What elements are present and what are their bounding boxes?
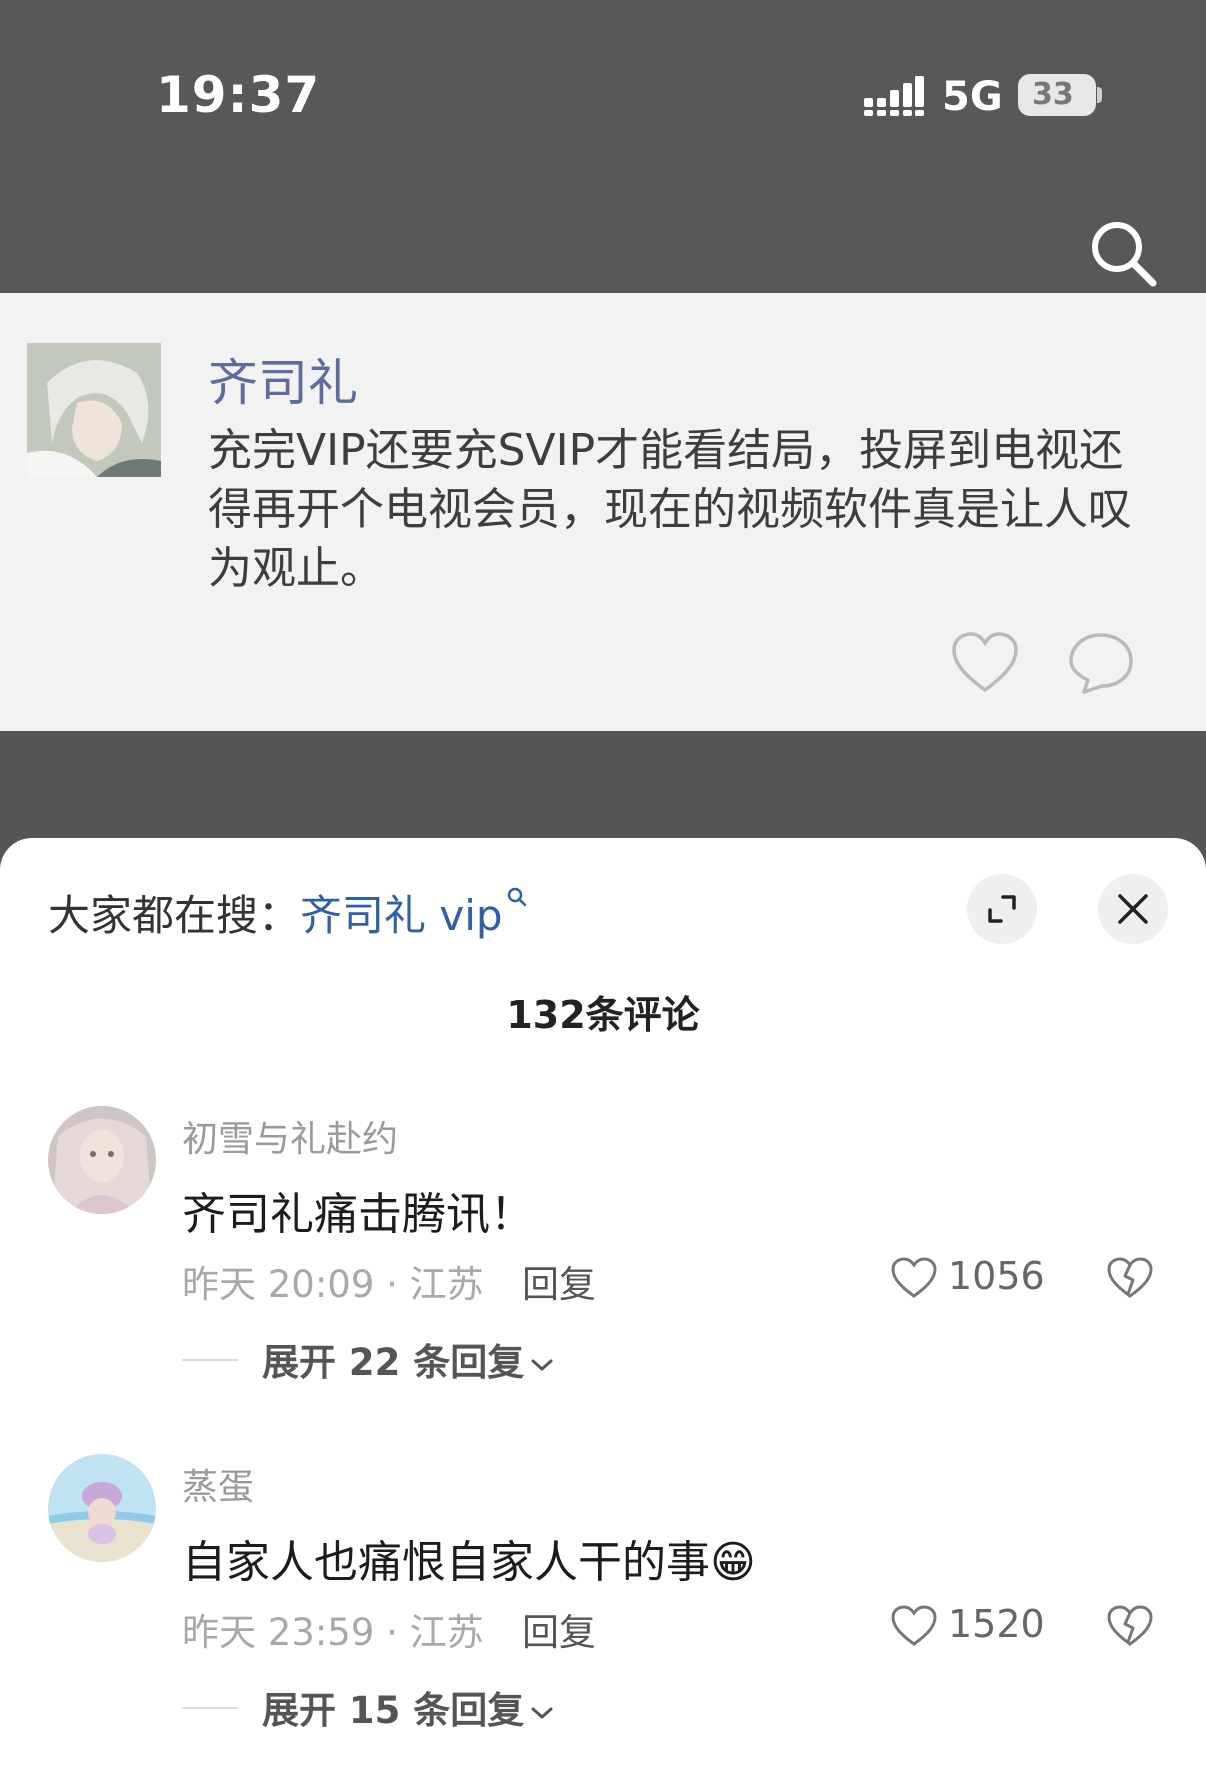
- trending-search-query[interactable]: 齐司礼 vip: [300, 891, 503, 940]
- expand-divider: [182, 1359, 238, 1361]
- small-search-icon: [507, 887, 526, 907]
- comment-count: 132条评论: [506, 993, 700, 1037]
- heart-icon[interactable]: [950, 630, 1020, 696]
- comment-meta: 昨天 20:09 · 江苏: [182, 1263, 484, 1306]
- battery-icon: 33: [1018, 74, 1096, 116]
- commenter-avatar[interactable]: [48, 1106, 156, 1214]
- top-area: 19:37 5G 33: [0, 0, 1206, 293]
- expand-sheet-button[interactable]: [967, 874, 1037, 944]
- heart-icon: [891, 1257, 937, 1298]
- reply-button[interactable]: 回复: [522, 1602, 596, 1656]
- close-icon: [1118, 894, 1148, 924]
- comment-item: 初雪与礼赴约 齐司礼痛击腾讯！ 昨天 20:09 · 江苏 回复 1056 展开…: [0, 1106, 1206, 1436]
- commenter-name[interactable]: 初雪与礼赴约: [182, 1110, 398, 1162]
- commenter-avatar[interactable]: [48, 1454, 156, 1562]
- like-count: 1056: [948, 1254, 1045, 1298]
- expand-replies-label: 展开 15 条回复: [262, 1689, 525, 1732]
- trending-search[interactable]: 大家都在搜：齐司礼 vip: [48, 882, 528, 943]
- chevron-down-icon: [531, 1359, 553, 1370]
- comment-item: 蒸蛋 自家人也痛恨自家人干的事😁 昨天 23:59 · 江苏 回复 1520 展…: [0, 1454, 1206, 1771]
- reply-button[interactable]: 回复: [522, 1254, 596, 1308]
- comments-sheet: 大家都在搜：齐司礼 vip 132条评论 初雪与礼赴约 齐司礼痛击腾讯！ 昨天 …: [0, 838, 1206, 1771]
- broken-heart-icon[interactable]: [1106, 1256, 1154, 1300]
- battery-level: 33: [1032, 77, 1074, 112]
- heart-icon: [891, 1605, 937, 1646]
- commenter-name[interactable]: 蒸蛋: [182, 1458, 254, 1510]
- comment-bubble-icon[interactable]: [1066, 630, 1136, 696]
- status-time: 19:37: [156, 66, 321, 124]
- like-count: 1520: [948, 1602, 1045, 1646]
- network-type: 5G: [942, 74, 1003, 120]
- expand-replies-label: 展开 22 条回复: [262, 1341, 525, 1384]
- chevron-down-icon: [531, 1707, 553, 1718]
- post-author-name[interactable]: 齐司礼: [208, 343, 358, 415]
- comment-meta: 昨天 23:59 · 江苏: [182, 1611, 484, 1654]
- search-icon[interactable]: [1085, 215, 1161, 291]
- trending-search-prefix: 大家都在搜：: [48, 891, 301, 940]
- expand-replies-button[interactable]: 展开 22 条回复: [262, 1332, 554, 1386]
- post-card: 齐司礼 充完VIP还要充SVIP才能看结局，投屏到电视还得再开个电视会员，现在的…: [0, 293, 1206, 731]
- comment-text: 自家人也痛恨自家人干的事😁: [182, 1526, 756, 1590]
- signal-icon: [864, 76, 924, 116]
- comment-text-body: 自家人也痛恨自家人干的事: [182, 1537, 710, 1588]
- broken-heart-icon[interactable]: [1106, 1604, 1154, 1648]
- expand-icon: [988, 895, 1016, 923]
- battery-tip: [1097, 87, 1102, 103]
- post-author-avatar[interactable]: [27, 343, 161, 477]
- close-sheet-button[interactable]: [1098, 874, 1168, 944]
- expand-replies-button[interactable]: 展开 15 条回复: [262, 1680, 554, 1734]
- expand-divider: [182, 1707, 238, 1709]
- comment-text: 齐司礼痛击腾讯！: [182, 1189, 534, 1240]
- grin-emoji: 😁: [710, 1537, 756, 1588]
- post-text: 充完VIP还要充SVIP才能看结局，投屏到电视还得再开个电视会员，现在的视频软件…: [208, 425, 1132, 594]
